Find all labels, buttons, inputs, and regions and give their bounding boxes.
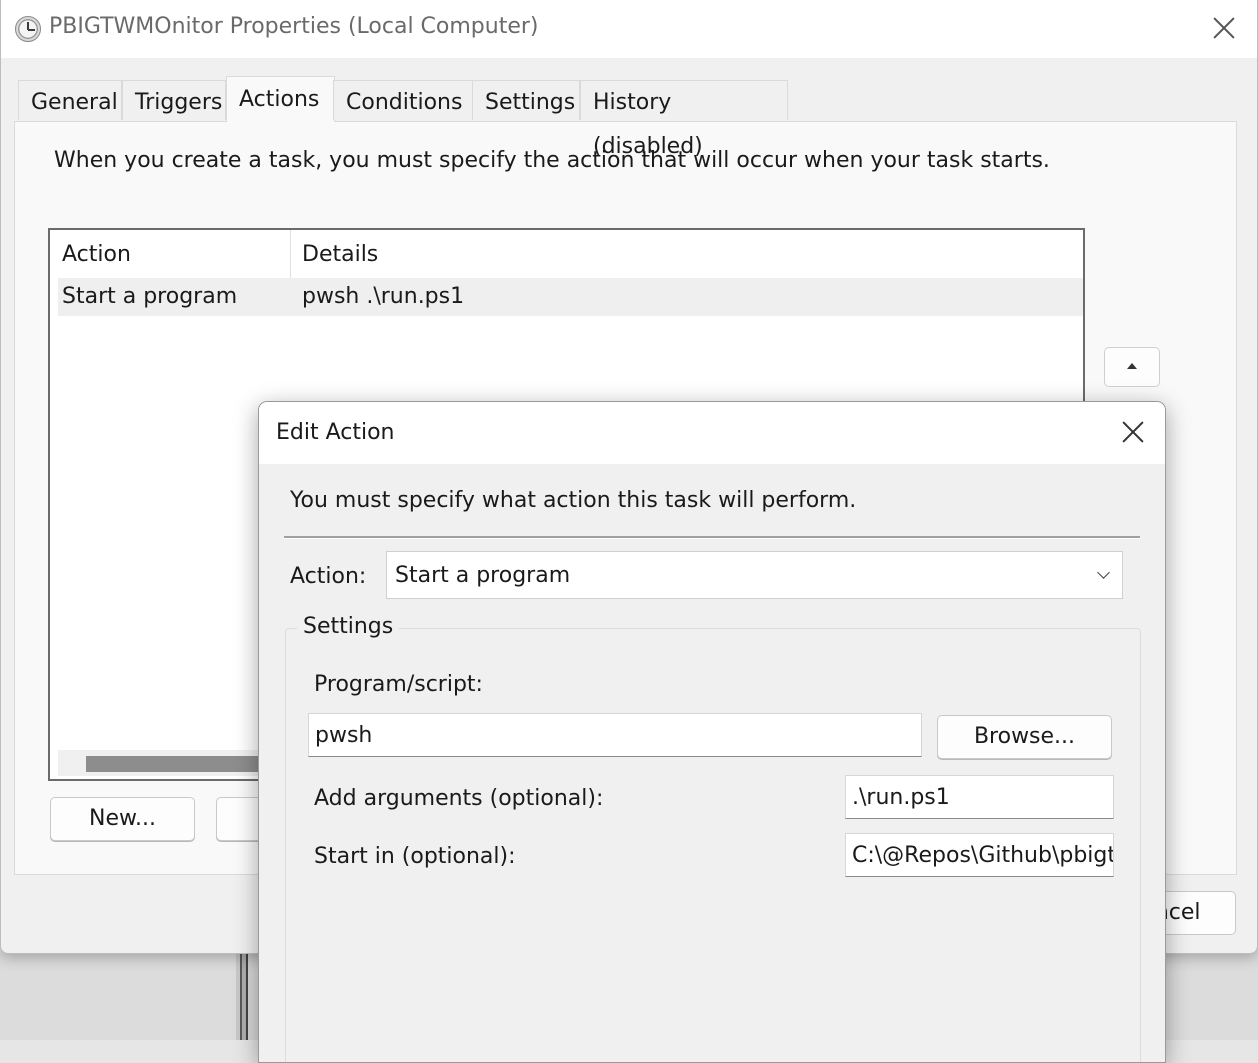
action-dropdown-value: Start a program (395, 563, 571, 588)
tab-history[interactable]: History (disabled) (580, 80, 788, 159)
browse-button[interactable]: Browse... (937, 715, 1112, 759)
cancel-button[interactable]: Cancel (1161, 891, 1236, 935)
row-details-cell: pwsh .\run.ps1 (302, 284, 465, 309)
action-dropdown[interactable]: Start a program (386, 551, 1123, 599)
move-up-button[interactable] (1104, 347, 1160, 387)
dialog-description: You must specify what action this task w… (290, 488, 857, 513)
dialog-close-button[interactable] (1111, 410, 1155, 454)
close-window-button[interactable] (1201, 8, 1247, 48)
start-in-input[interactable]: C:\@Repos\Github\pbigtwmonitor (845, 833, 1114, 877)
program-script-label: Program/script: (314, 672, 483, 697)
tab-settings[interactable]: Settings (472, 80, 580, 120)
chevron-down-icon (1097, 566, 1110, 579)
settings-group-label: Settings (297, 614, 400, 639)
new-action-button[interactable]: New... (50, 797, 195, 841)
horizontal-scrollbar-thumb[interactable] (86, 756, 262, 772)
divider (284, 536, 1140, 539)
window-titlebar: PBIGTWMOnitor Properties (Local Computer… (1, 0, 1257, 58)
program-script-input[interactable]: pwsh (308, 713, 922, 757)
tab-triggers[interactable]: Triggers (122, 80, 226, 120)
window-title: PBIGTWMOnitor Properties (Local Computer… (49, 14, 539, 39)
column-header-details[interactable]: Details (302, 242, 378, 267)
tab-general[interactable]: General (18, 80, 122, 120)
action-label: Action: (290, 564, 367, 589)
row-action-cell: Start a program (62, 284, 238, 309)
column-header-action[interactable]: Action (62, 242, 131, 267)
start-in-label: Start in (optional): (314, 844, 516, 869)
tab-actions[interactable]: Actions (226, 76, 335, 122)
arrow-up-icon (1127, 363, 1137, 369)
background-window-edge (236, 950, 258, 1040)
dialog-title: Edit Action (276, 420, 395, 445)
tab-conditions[interactable]: Conditions (333, 80, 473, 120)
add-arguments-input[interactable]: .\run.ps1 (845, 775, 1114, 819)
column-separator[interactable] (290, 230, 291, 278)
actions-description: When you create a task, you must specify… (54, 148, 1050, 173)
edit-action-dialog: Edit Action You must specify what action… (258, 401, 1166, 1063)
clock-icon (15, 16, 41, 42)
add-arguments-label: Add arguments (optional): (314, 786, 604, 811)
dialog-titlebar: Edit Action (259, 402, 1165, 464)
